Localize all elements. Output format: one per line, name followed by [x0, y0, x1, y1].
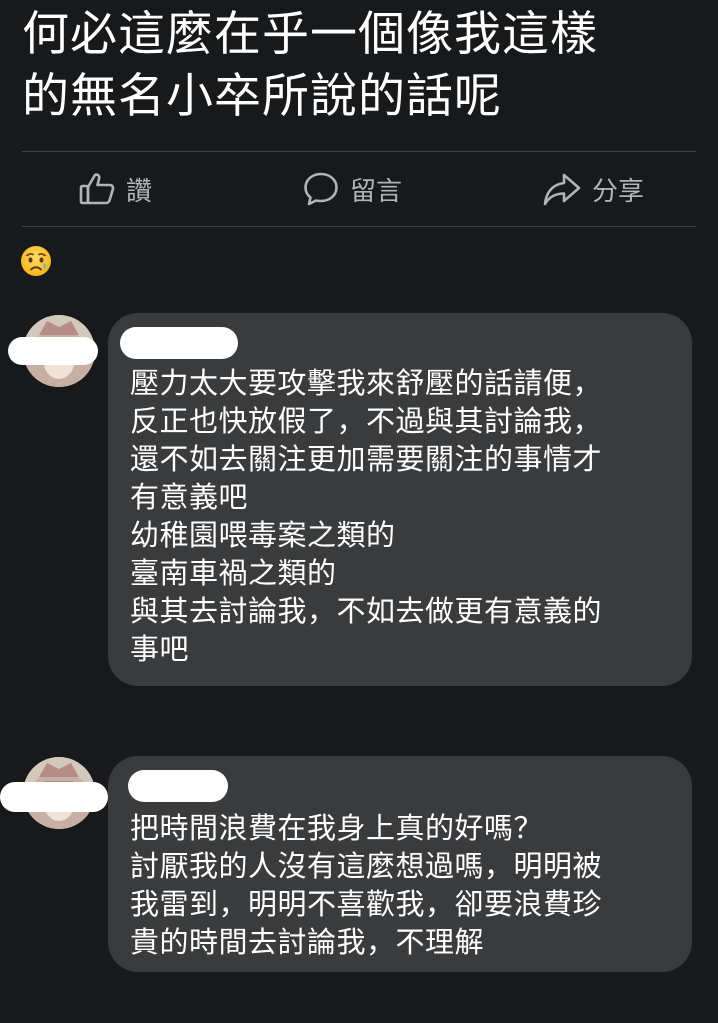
post-text: 何必這麼在乎一個像我這樣 的無名小卒所說的話呢: [22, 7, 598, 124]
share-arrow-icon: [542, 170, 582, 208]
redacted-name: [128, 770, 228, 802]
share-button[interactable]: 分享: [542, 152, 644, 226]
comment-text: 把時間浪費在我身上真的好嗎？ 討厭我的人沒有這麼想過嗎，明明被 我雷到，明明不喜…: [130, 811, 603, 959]
speech-bubble-icon: [302, 170, 340, 208]
sad-tear-emoji-icon: [20, 245, 52, 277]
action-bar: 讚 留言 分享: [22, 152, 696, 226]
comment-text: 壓力太大要攻擊我來舒壓的話請便， 反正也快放假了，不過與其討論我， 還不如去關注…: [130, 366, 603, 666]
comment-label: 留言: [350, 176, 403, 207]
like-label: 讚: [126, 176, 153, 207]
thumbs-up-icon: [78, 170, 116, 208]
comment-button[interactable]: 留言: [302, 152, 402, 226]
share-label: 分享: [592, 176, 645, 207]
redacted-name: [120, 327, 238, 359]
divider-bottom: [22, 226, 696, 227]
redacted-name: [8, 337, 98, 365]
like-button[interactable]: 讚: [78, 152, 152, 226]
redacted-name: [0, 782, 108, 812]
